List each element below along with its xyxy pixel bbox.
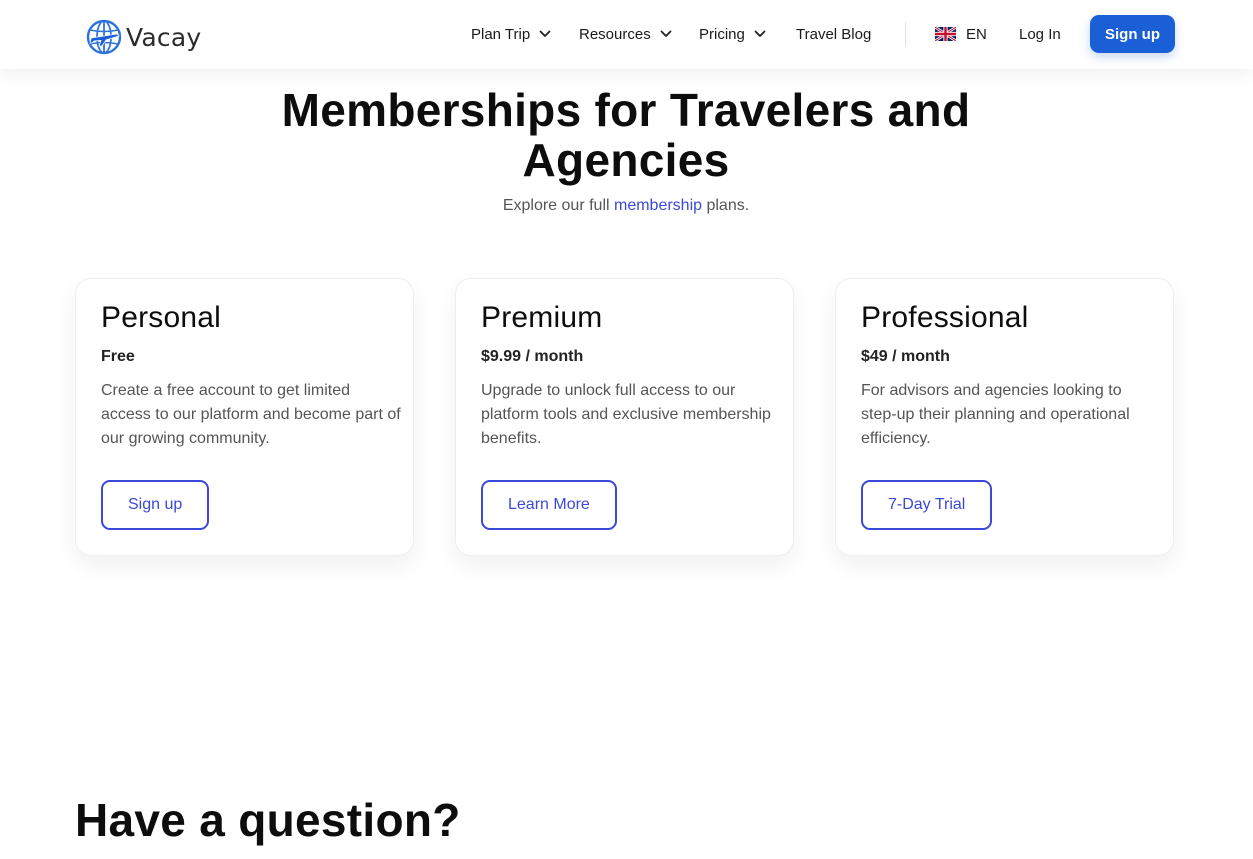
signup-button-header[interactable]: Sign up <box>1090 15 1175 53</box>
membership-link[interactable]: membership <box>614 197 702 214</box>
top-navbar: Vacay Plan Trip Resources Pricing Travel… <box>0 0 1253 69</box>
page-title: Memberships for Travelers and Agencies <box>281 84 971 186</box>
nav-pricing-label: Pricing <box>699 25 745 43</box>
nav-travel-blog-label: Travel Blog <box>796 25 872 43</box>
faq-heading: Have a question? <box>75 794 461 846</box>
brand-name: Vacay <box>126 22 202 52</box>
login-link[interactable]: Log In <box>1019 22 1061 46</box>
chevron-down-icon <box>539 30 551 37</box>
page-subtitle: Explore our full membership plans. <box>326 197 926 215</box>
plan-price: Free <box>101 348 135 365</box>
chevron-down-icon <box>660 30 672 37</box>
plan-card-personal: Personal Free Create a free account to g… <box>75 278 414 556</box>
nav-plan-trip-label: Plan Trip <box>471 25 531 43</box>
subtitle-text-before: Explore our full <box>502 197 614 214</box>
plan-name: Premium <box>481 301 603 334</box>
plan-price: $9.99 / month <box>481 348 584 365</box>
plan-card-premium: Premium $9.99 / month Upgrade to unlock … <box>455 278 794 556</box>
nav-resources[interactable]: Resources <box>579 22 672 46</box>
globe-airplane-icon <box>86 19 122 55</box>
nav-pricing[interactable]: Pricing <box>699 22 766 46</box>
language-selector[interactable]: EN <box>935 22 987 46</box>
login-label: Log In <box>1019 25 1061 43</box>
personal-signup-button[interactable]: Sign up <box>101 480 210 530</box>
plan-description: Create a free account to get limited acc… <box>101 382 401 447</box>
plan-description: For advisors and agencies looking to ste… <box>861 382 1130 447</box>
nav-plan-trip[interactable]: Plan Trip <box>471 22 551 46</box>
uk-flag-icon <box>935 27 956 41</box>
premium-learn-more-button[interactable]: Learn More <box>481 480 617 530</box>
chevron-down-icon <box>754 30 766 37</box>
nav-travel-blog[interactable]: Travel Blog <box>796 22 871 46</box>
nav-resources-label: Resources <box>579 25 651 43</box>
vacay-logo-link[interactable]: Vacay <box>86 18 201 56</box>
plan-price: $49 / month <box>861 348 950 365</box>
plan-card-professional: Professional $49 / month For advisors an… <box>835 278 1174 556</box>
plan-description: Upgrade to unlock full access to our pla… <box>481 382 771 447</box>
nav-divider <box>905 22 906 46</box>
professional-trial-button[interactable]: 7-Day Trial <box>861 480 993 530</box>
subtitle-text-after: plans. <box>702 197 750 214</box>
language-code: EN <box>966 25 987 43</box>
plan-name: Professional <box>861 301 1029 334</box>
plan-name: Personal <box>101 301 222 334</box>
